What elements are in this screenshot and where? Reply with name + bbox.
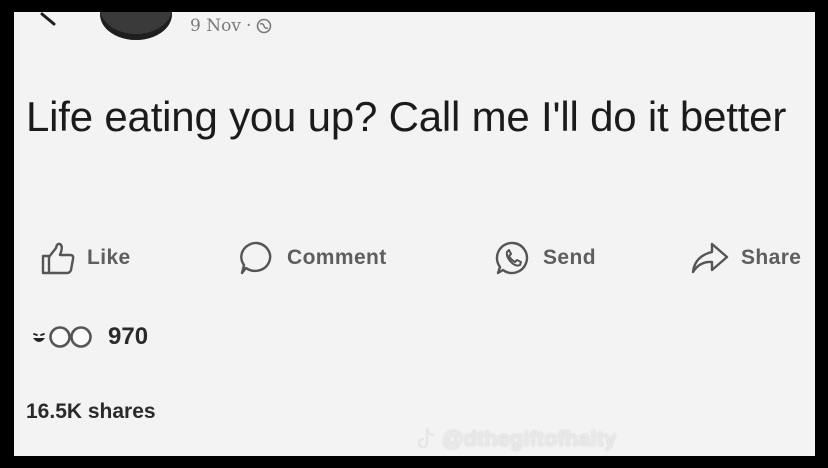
love-reaction-icon xyxy=(49,326,71,348)
post-card: 9 Nov · Life eating you up? Call me I'll… xyxy=(14,12,815,456)
action-bar: Like Comment Send Share xyxy=(40,238,810,278)
share-button[interactable]: Share xyxy=(690,238,801,278)
like-reaction-icon xyxy=(70,326,92,348)
like-button[interactable]: Like xyxy=(40,238,131,278)
tiktok-watermark: @dthegiftofhalty xyxy=(416,426,616,452)
meta-separator: · xyxy=(245,16,252,36)
post-meta: 9 Nov · xyxy=(190,16,272,36)
watermark-handle: @dthegiftofhalty xyxy=(442,426,617,451)
shares-count[interactable]: 16.5K shares xyxy=(26,400,156,424)
globe-icon xyxy=(257,18,272,34)
like-label: Like xyxy=(87,246,131,269)
share-label: Share xyxy=(741,246,802,269)
comment-label: Comment xyxy=(287,246,387,269)
reactions-summary[interactable]: 970 xyxy=(28,322,148,352)
send-button[interactable]: Send xyxy=(494,238,596,278)
back-arrow-icon[interactable] xyxy=(40,12,80,26)
laugh-emoji-icon xyxy=(30,328,48,346)
reaction-icons xyxy=(28,324,100,350)
speech-bubble-icon xyxy=(240,241,272,275)
post-text: Life eating you up? Call me I'll do it b… xyxy=(26,93,787,140)
tiktok-icon xyxy=(417,427,435,449)
thumbs-up-icon xyxy=(41,242,75,275)
whatsapp-icon xyxy=(495,241,529,275)
avatar[interactable] xyxy=(100,12,172,40)
post-date: 9 Nov xyxy=(190,16,241,36)
send-label: Send xyxy=(543,246,596,269)
reactions-count: 970 xyxy=(108,323,149,350)
share-arrow-icon xyxy=(691,242,729,274)
comment-button[interactable]: Comment xyxy=(238,238,387,278)
